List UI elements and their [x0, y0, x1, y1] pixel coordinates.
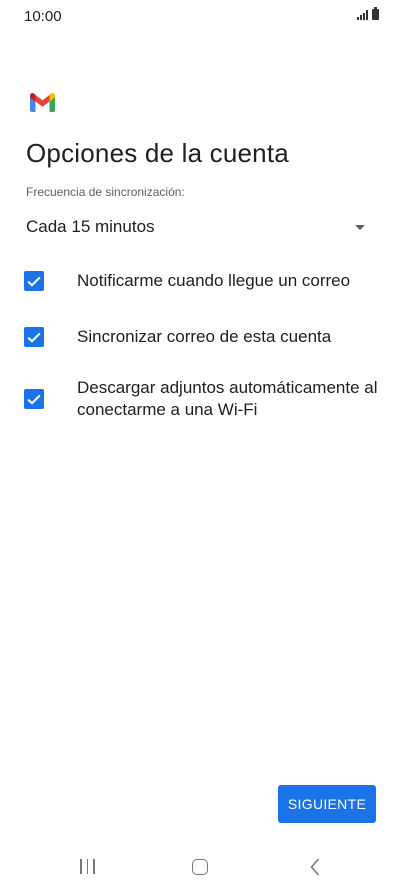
- page-title: Opciones de la cuenta: [26, 138, 289, 168]
- checkbox-download-attachments[interactable]: [24, 389, 44, 409]
- option-download-attachments[interactable]: Descargar adjuntos automáticamente al co…: [24, 377, 379, 421]
- sync-frequency-value: Cada 15 minutos: [26, 217, 155, 236]
- next-button[interactable]: SIGUIENTE: [278, 785, 376, 823]
- option-label: Sincronizar correo de esta cuenta: [77, 327, 332, 346]
- navigation-bar: [0, 848, 401, 888]
- checkmark-icon: [27, 394, 41, 405]
- option-notify-new-mail[interactable]: Notificarme cuando llegue un correo: [24, 269, 379, 293]
- status-bar: 10:00: [0, 0, 401, 34]
- gmail-logo-icon: [30, 93, 55, 112]
- status-icons: [357, 7, 379, 20]
- home-icon[interactable]: [192, 859, 208, 875]
- option-label: Notificarme cuando llegue un correo: [77, 271, 351, 290]
- sync-frequency-dropdown[interactable]: Cada 15 minutos: [26, 207, 371, 247]
- option-sync-mail[interactable]: Sincronizar correo de esta cuenta: [24, 325, 379, 349]
- status-time: 10:00: [24, 8, 62, 25]
- option-label: Descargar adjuntos automáticamente al co…: [77, 378, 378, 419]
- checkmark-icon: [27, 332, 41, 343]
- sync-frequency-label: Frecuencia de sincronización:: [26, 185, 185, 199]
- dropdown-arrow-icon: [355, 224, 365, 230]
- checkmark-icon: [27, 276, 41, 287]
- checkbox-sync-mail[interactable]: [24, 327, 44, 347]
- checkbox-notify-new-mail[interactable]: [24, 271, 44, 291]
- signal-icon: [357, 10, 368, 20]
- back-icon[interactable]: [309, 857, 321, 877]
- battery-icon: [372, 7, 379, 20]
- recent-apps-icon[interactable]: [80, 859, 95, 874]
